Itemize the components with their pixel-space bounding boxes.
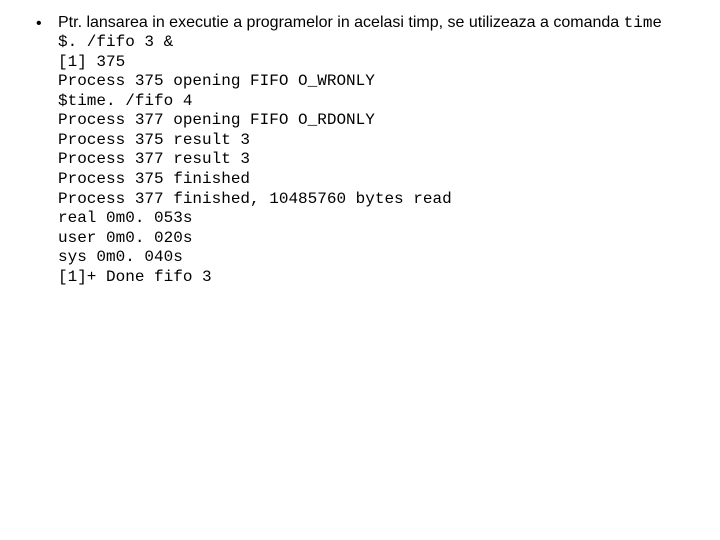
bullet-marker: • xyxy=(30,14,58,33)
intro-code: time xyxy=(624,14,662,32)
intro-text: Ptr. lansarea in executie a programelor … xyxy=(58,14,700,32)
terminal-output: $. /fifo 3 & [1] 375 Process 375 opening… xyxy=(58,33,700,287)
bullet-content: Ptr. lansarea in executie a programelor … xyxy=(58,14,700,287)
bullet-item: • Ptr. lansarea in executie a programelo… xyxy=(30,14,700,287)
intro-prose: Ptr. lansarea in executie a programelor … xyxy=(58,14,624,31)
